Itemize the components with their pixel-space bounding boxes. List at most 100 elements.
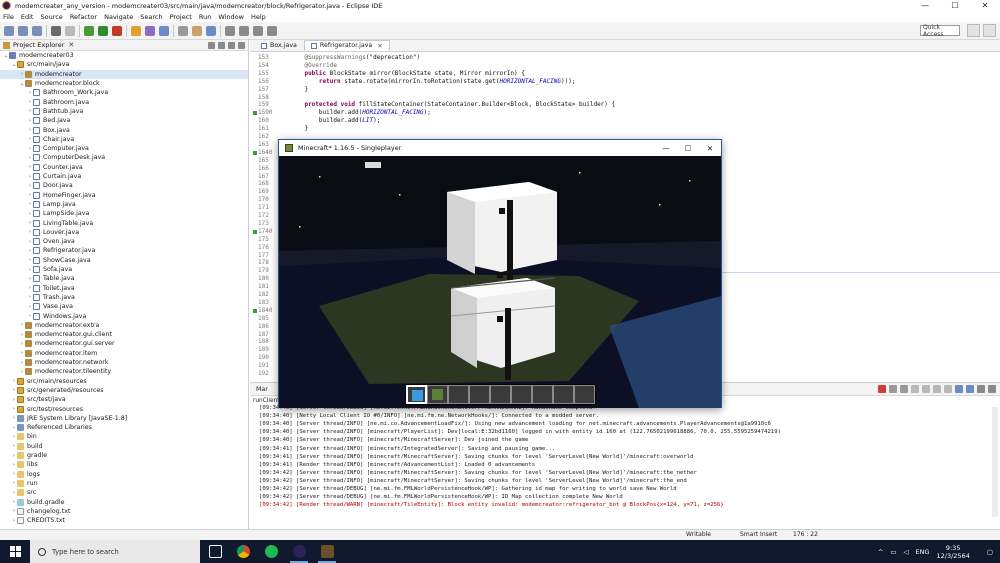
- tree-item[interactable]: › Lamp.java: [0, 200, 248, 209]
- chrome-button[interactable]: [230, 540, 256, 563]
- tree-item[interactable]: › gradle: [0, 451, 248, 460]
- tree-item[interactable]: › build.gradle: [0, 497, 248, 506]
- editor-tab[interactable]: Box.java: [254, 40, 304, 51]
- minimize-console-icon[interactable]: [977, 385, 985, 393]
- tree-item[interactable]: › Louver.java: [0, 228, 248, 237]
- console-tab[interactable]: Mar: [256, 386, 268, 393]
- tree-item[interactable]: › src/main/resources: [0, 377, 248, 386]
- toolbar-button-icon[interactable]: [239, 25, 249, 36]
- tree-item[interactable]: › modemcreator.tileentity: [0, 367, 248, 376]
- tree-item[interactable]: › modemcreator.extra: [0, 321, 248, 330]
- maximize-console-icon[interactable]: [988, 385, 996, 393]
- tree-item[interactable]: › changelog.txt: [0, 507, 248, 516]
- toolbar-button-icon[interactable]: [18, 25, 28, 36]
- close-button[interactable]: ✕: [970, 0, 1000, 11]
- tree-item[interactable]: › modemcreator: [0, 69, 248, 79]
- toolbar-button-icon[interactable]: [51, 25, 61, 36]
- tree-item[interactable]: › bin: [0, 432, 248, 441]
- code-line[interactable]: protected void fillStateContainer(StateC…: [290, 101, 615, 108]
- minecraft-close-button[interactable]: ✕: [699, 140, 721, 156]
- tree-item[interactable]: › src/generated/resources: [0, 386, 248, 395]
- code-line[interactable]: }: [290, 86, 308, 93]
- tree-item[interactable]: › Computer.java: [0, 144, 248, 153]
- toolbar-button-icon[interactable]: [4, 25, 14, 36]
- terminate-icon[interactable]: [878, 385, 886, 393]
- toolbar-button-icon[interactable]: [192, 25, 202, 36]
- tree-item[interactable]: › Bathroom.java: [0, 98, 248, 107]
- tree-item[interactable]: › Vase.java: [0, 302, 248, 311]
- code-line[interactable]: builder.add(HORIZONTAL_FACING);: [290, 109, 431, 116]
- hotbar-slot[interactable]: [490, 385, 511, 404]
- toolbar-button-icon[interactable]: [267, 25, 277, 36]
- tree-item[interactable]: › Refrigerator.java: [0, 246, 248, 255]
- toolbar-button-icon[interactable]: [84, 25, 94, 36]
- tree-item[interactable]: › src/test/resources: [0, 404, 248, 413]
- tree-item[interactable]: › Trash.java: [0, 293, 248, 302]
- clear-console-icon[interactable]: [911, 385, 919, 393]
- tree-item[interactable]: › CREDITS.txt: [0, 516, 248, 525]
- menu-item-edit[interactable]: Edit: [21, 13, 34, 21]
- spotify-button[interactable]: [258, 540, 284, 563]
- minecraft-game-view[interactable]: [279, 156, 721, 408]
- menu-item-navigate[interactable]: Navigate: [104, 13, 133, 21]
- tree-item[interactable]: › Bathroom_Work.java: [0, 88, 248, 97]
- hotbar-slot[interactable]: [406, 385, 427, 404]
- clock[interactable]: 9:35 12/3/2564: [937, 544, 977, 560]
- perspective-open-icon[interactable]: [967, 24, 980, 37]
- network-icon[interactable]: ▭: [890, 548, 896, 556]
- tree-item[interactable]: › Door.java: [0, 181, 248, 190]
- menu-item-run[interactable]: Run: [199, 13, 211, 21]
- tree-item[interactable]: › modemcreator.network: [0, 358, 248, 367]
- tree-item[interactable]: ⌄ modemcreater03: [0, 51, 248, 60]
- word-wrap-icon[interactable]: [933, 385, 941, 393]
- tree-item[interactable]: › Box.java: [0, 125, 248, 134]
- code-line[interactable]: @Override: [290, 62, 337, 69]
- code-line[interactable]: builder.add(LIT);: [290, 117, 380, 124]
- override-marker-icon[interactable]: [253, 229, 257, 234]
- hotbar-slot[interactable]: [553, 385, 574, 404]
- toolbar-button-icon[interactable]: [225, 25, 235, 36]
- toolbar-button-icon[interactable]: [253, 25, 263, 36]
- menu-item-project[interactable]: Project: [170, 13, 192, 21]
- toolbar-button-icon[interactable]: [65, 25, 75, 36]
- remove-all-icon[interactable]: [900, 385, 908, 393]
- minecraft-minimize-button[interactable]: —: [655, 140, 677, 156]
- hotbar-slot[interactable]: [511, 385, 532, 404]
- tree-item[interactable]: › Chair.java: [0, 135, 248, 144]
- tree-item[interactable]: › Referenced Libraries: [0, 423, 248, 432]
- console-scrollbar[interactable]: [992, 407, 998, 517]
- override-marker-icon[interactable]: [253, 150, 257, 155]
- tray-chevron-icon[interactable]: ^: [878, 548, 883, 556]
- tree-item[interactable]: › JRE System Library [JavaSE-1.8]: [0, 414, 248, 423]
- toolbar-button-icon[interactable]: [178, 25, 188, 36]
- code-line[interactable]: @SuppressWarnings("deprecation"): [290, 54, 420, 61]
- tree-item[interactable]: › Curtain.java: [0, 172, 248, 181]
- display-selected-icon[interactable]: [955, 385, 963, 393]
- view-menu-icon[interactable]: [228, 42, 235, 49]
- remove-launch-icon[interactable]: [889, 385, 897, 393]
- toolbar-button-icon[interactable]: [98, 25, 108, 36]
- tree-item[interactable]: › Oven.java: [0, 237, 248, 246]
- tree-item[interactable]: › Windows.java: [0, 311, 248, 320]
- editor-tab[interactable]: Refrigerator.java ✕: [303, 40, 390, 51]
- tree-item[interactable]: › src: [0, 488, 248, 497]
- minecraft-maximize-button[interactable]: ☐: [677, 140, 699, 156]
- override-marker-icon[interactable]: [253, 308, 257, 313]
- hotbar-slot[interactable]: [574, 385, 595, 404]
- code-line[interactable]: return state.rotate(mirrorIn.toRotation(…: [290, 78, 576, 85]
- minimize-view-icon[interactable]: [238, 42, 245, 49]
- tree-item[interactable]: › Sofa.java: [0, 265, 248, 274]
- minecraft-window[interactable]: Minecraft* 1.16.5 - Singleplayer — ☐ ✕: [278, 139, 722, 408]
- tree-item[interactable]: › Table.java: [0, 274, 248, 283]
- tree-item[interactable]: ⌄ src/main/java: [0, 60, 248, 69]
- tree-item[interactable]: › ShowCase.java: [0, 256, 248, 265]
- minecraft-taskbar-button[interactable]: [314, 540, 340, 563]
- language-indicator[interactable]: ENG: [915, 548, 929, 556]
- toolbar-button-icon[interactable]: [112, 25, 122, 36]
- collapse-all-icon[interactable]: [208, 42, 215, 49]
- tree-item[interactable]: › Counter.java: [0, 163, 248, 172]
- hotbar-slot[interactable]: [469, 385, 490, 404]
- tree-item[interactable]: › libs: [0, 460, 248, 469]
- toolbar-button-icon[interactable]: [206, 25, 216, 36]
- menu-item-help[interactable]: Help: [251, 13, 266, 21]
